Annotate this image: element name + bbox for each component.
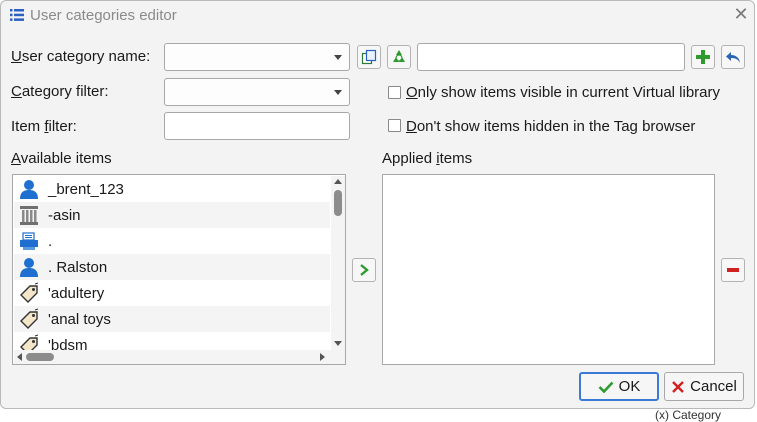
vertical-scroll-thumb[interactable]	[334, 190, 342, 216]
chevron-right-icon	[360, 264, 369, 276]
dont-show-hidden-checkbox[interactable]	[388, 119, 401, 132]
unapply-items-button[interactable]	[721, 258, 745, 282]
list-item-label: -asin	[48, 206, 81, 224]
category-filter-combo[interactable]	[164, 78, 350, 106]
ok-label: OK	[618, 378, 641, 395]
applied-items-list[interactable]	[382, 174, 715, 365]
new-category-name-input[interactable]	[417, 43, 685, 71]
item-filter-label: Item filter:	[11, 118, 77, 135]
checkmark-icon	[598, 381, 614, 393]
scroll-corner	[331, 350, 345, 364]
scroll-down-icon[interactable]	[334, 341, 342, 346]
tag-icon	[17, 281, 41, 305]
category-filter-label: Category filter:	[11, 83, 109, 100]
cross-icon	[672, 380, 684, 393]
user-category-name-label: User category name:	[11, 48, 151, 65]
close-icon[interactable]: ✕	[730, 3, 752, 25]
recycle-icon	[393, 50, 405, 62]
window-title: User categories editor	[30, 7, 177, 24]
list-item-label: _brent_123	[48, 180, 124, 198]
recycle-category-button[interactable]	[387, 45, 411, 69]
user-category-name-combo[interactable]	[164, 43, 350, 71]
background-window	[0, 409, 757, 421]
only-visible-checkbox[interactable]	[388, 86, 401, 99]
list-item[interactable]: _brent_123	[14, 176, 330, 202]
list-item[interactable]: . Ralston	[14, 254, 330, 280]
cancel-button[interactable]: Cancel	[664, 372, 744, 401]
undo-arrow-icon	[726, 52, 740, 63]
horizontal-scrollbar[interactable]	[14, 350, 331, 364]
horizontal-scroll-thumb[interactable]	[26, 353, 54, 361]
copy-category-button[interactable]	[357, 45, 381, 69]
minus-icon	[727, 268, 739, 272]
rename-category-button[interactable]	[721, 45, 745, 69]
tag-icon	[17, 307, 41, 331]
list-item[interactable]: -asin	[14, 202, 330, 228]
list-item-label: 'adultery	[48, 284, 105, 302]
publisher-icon	[17, 229, 41, 253]
scroll-up-icon[interactable]	[334, 179, 342, 184]
dont-show-hidden-label[interactable]: Don't show items hidden in the Tag brows…	[406, 118, 695, 135]
list-item[interactable]: .	[14, 228, 330, 254]
list-item[interactable]: 'adultery	[14, 280, 330, 306]
apply-items-button[interactable]	[352, 258, 376, 282]
add-category-button[interactable]	[691, 45, 715, 69]
list-item-label: 'anal toys	[48, 310, 111, 328]
plus-icon	[696, 50, 710, 64]
author-icon	[17, 255, 41, 279]
background-window-text: (x) Category	[655, 408, 722, 422]
scroll-left-icon[interactable]	[17, 353, 22, 361]
list-item-label: . Ralston	[48, 258, 108, 276]
scroll-right-icon[interactable]	[320, 353, 325, 361]
list-item-label: .	[48, 232, 53, 250]
chevron-down-icon	[334, 55, 342, 60]
applied-items-label: Applied items	[382, 150, 473, 167]
cancel-label: Cancel	[690, 378, 737, 395]
identifier-icon	[17, 203, 41, 227]
available-items-list[interactable]: _brent_123 -asin . . Ralston 'adultery '…	[12, 174, 346, 365]
vertical-scrollbar[interactable]	[331, 176, 345, 350]
list-item[interactable]: 'anal toys	[14, 306, 330, 332]
chevron-down-icon	[334, 90, 342, 95]
only-visible-label[interactable]: Only show items visible in current Virtu…	[406, 84, 720, 101]
author-icon	[17, 177, 41, 201]
user-categories-dialog: User categories editor ✕ User category n…	[0, 0, 755, 409]
ok-button[interactable]: OK	[579, 372, 659, 401]
list-icon	[10, 8, 24, 22]
available-items-label: Available items	[11, 150, 112, 167]
item-filter-input[interactable]	[164, 112, 350, 140]
copy-icon	[361, 49, 377, 65]
